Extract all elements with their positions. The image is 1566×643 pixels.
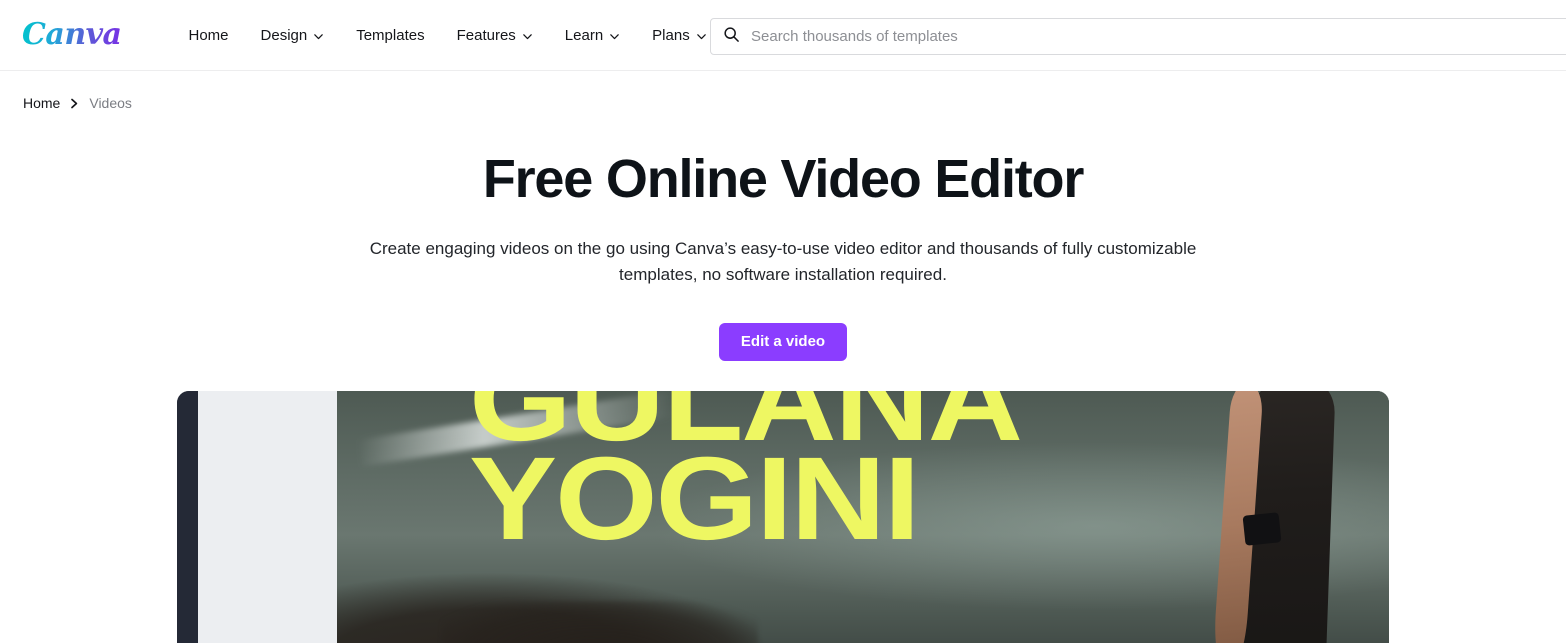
nav-item-design[interactable]: Design	[245, 19, 341, 52]
video-person	[1158, 390, 1358, 643]
breadcrumb: Home Videos	[0, 71, 1566, 111]
edit-a-video-button[interactable]: Edit a video	[718, 322, 848, 361]
nav-item-label: Home	[188, 26, 229, 44]
main-navigation: Home Design Templates Features Learn Pla…	[173, 19, 723, 52]
cta-row: Edit a video	[0, 322, 1566, 361]
nav-item-label: Features	[456, 26, 516, 44]
editor-side-panel	[198, 390, 337, 643]
chevron-right-icon	[70, 98, 79, 109]
canva-logo[interactable]: Canva	[22, 20, 126, 50]
nav-item-label: Learn	[564, 26, 604, 44]
nav-item-learn[interactable]: Learn	[549, 19, 636, 52]
breadcrumb-item-home[interactable]: Home	[23, 95, 60, 111]
page-title: Free Online Video Editor	[482, 149, 1085, 209]
search-icon	[723, 26, 740, 48]
video-overlay-text: GULANA YOGINI	[469, 391, 1023, 558]
nav-item-label: Templates	[356, 26, 425, 44]
chevron-down-icon	[522, 31, 533, 42]
video-rocks-detail	[442, 600, 758, 643]
video-showcase[interactable]: GULANA YOGINI	[177, 390, 1389, 643]
nav-item-home[interactable]: Home	[173, 19, 245, 52]
video-person-watch	[1242, 512, 1281, 546]
nav-item-label: Design	[260, 26, 308, 44]
chevron-down-icon	[609, 31, 620, 42]
hero-section: Free Online Video Editor Create engaging…	[0, 108, 1566, 643]
site-header: Canva Home Design Templates Features Lea…	[0, 0, 1566, 71]
nav-item-features[interactable]: Features	[441, 19, 549, 52]
nav-item-label: Plans	[652, 26, 690, 44]
search-input[interactable]	[751, 28, 1566, 45]
nav-item-templates[interactable]: Templates	[340, 19, 440, 52]
showcase-video-preview[interactable]: GULANA YOGINI	[337, 390, 1389, 643]
chevron-down-icon	[696, 31, 707, 42]
editor-sidebar-rail	[177, 390, 198, 643]
search-bar[interactable]	[710, 18, 1566, 55]
breadcrumb-item-current: Videos	[89, 95, 132, 111]
chevron-down-icon	[313, 31, 324, 42]
hero-subtitle: Create engaging videos on the go using C…	[369, 239, 1197, 285]
